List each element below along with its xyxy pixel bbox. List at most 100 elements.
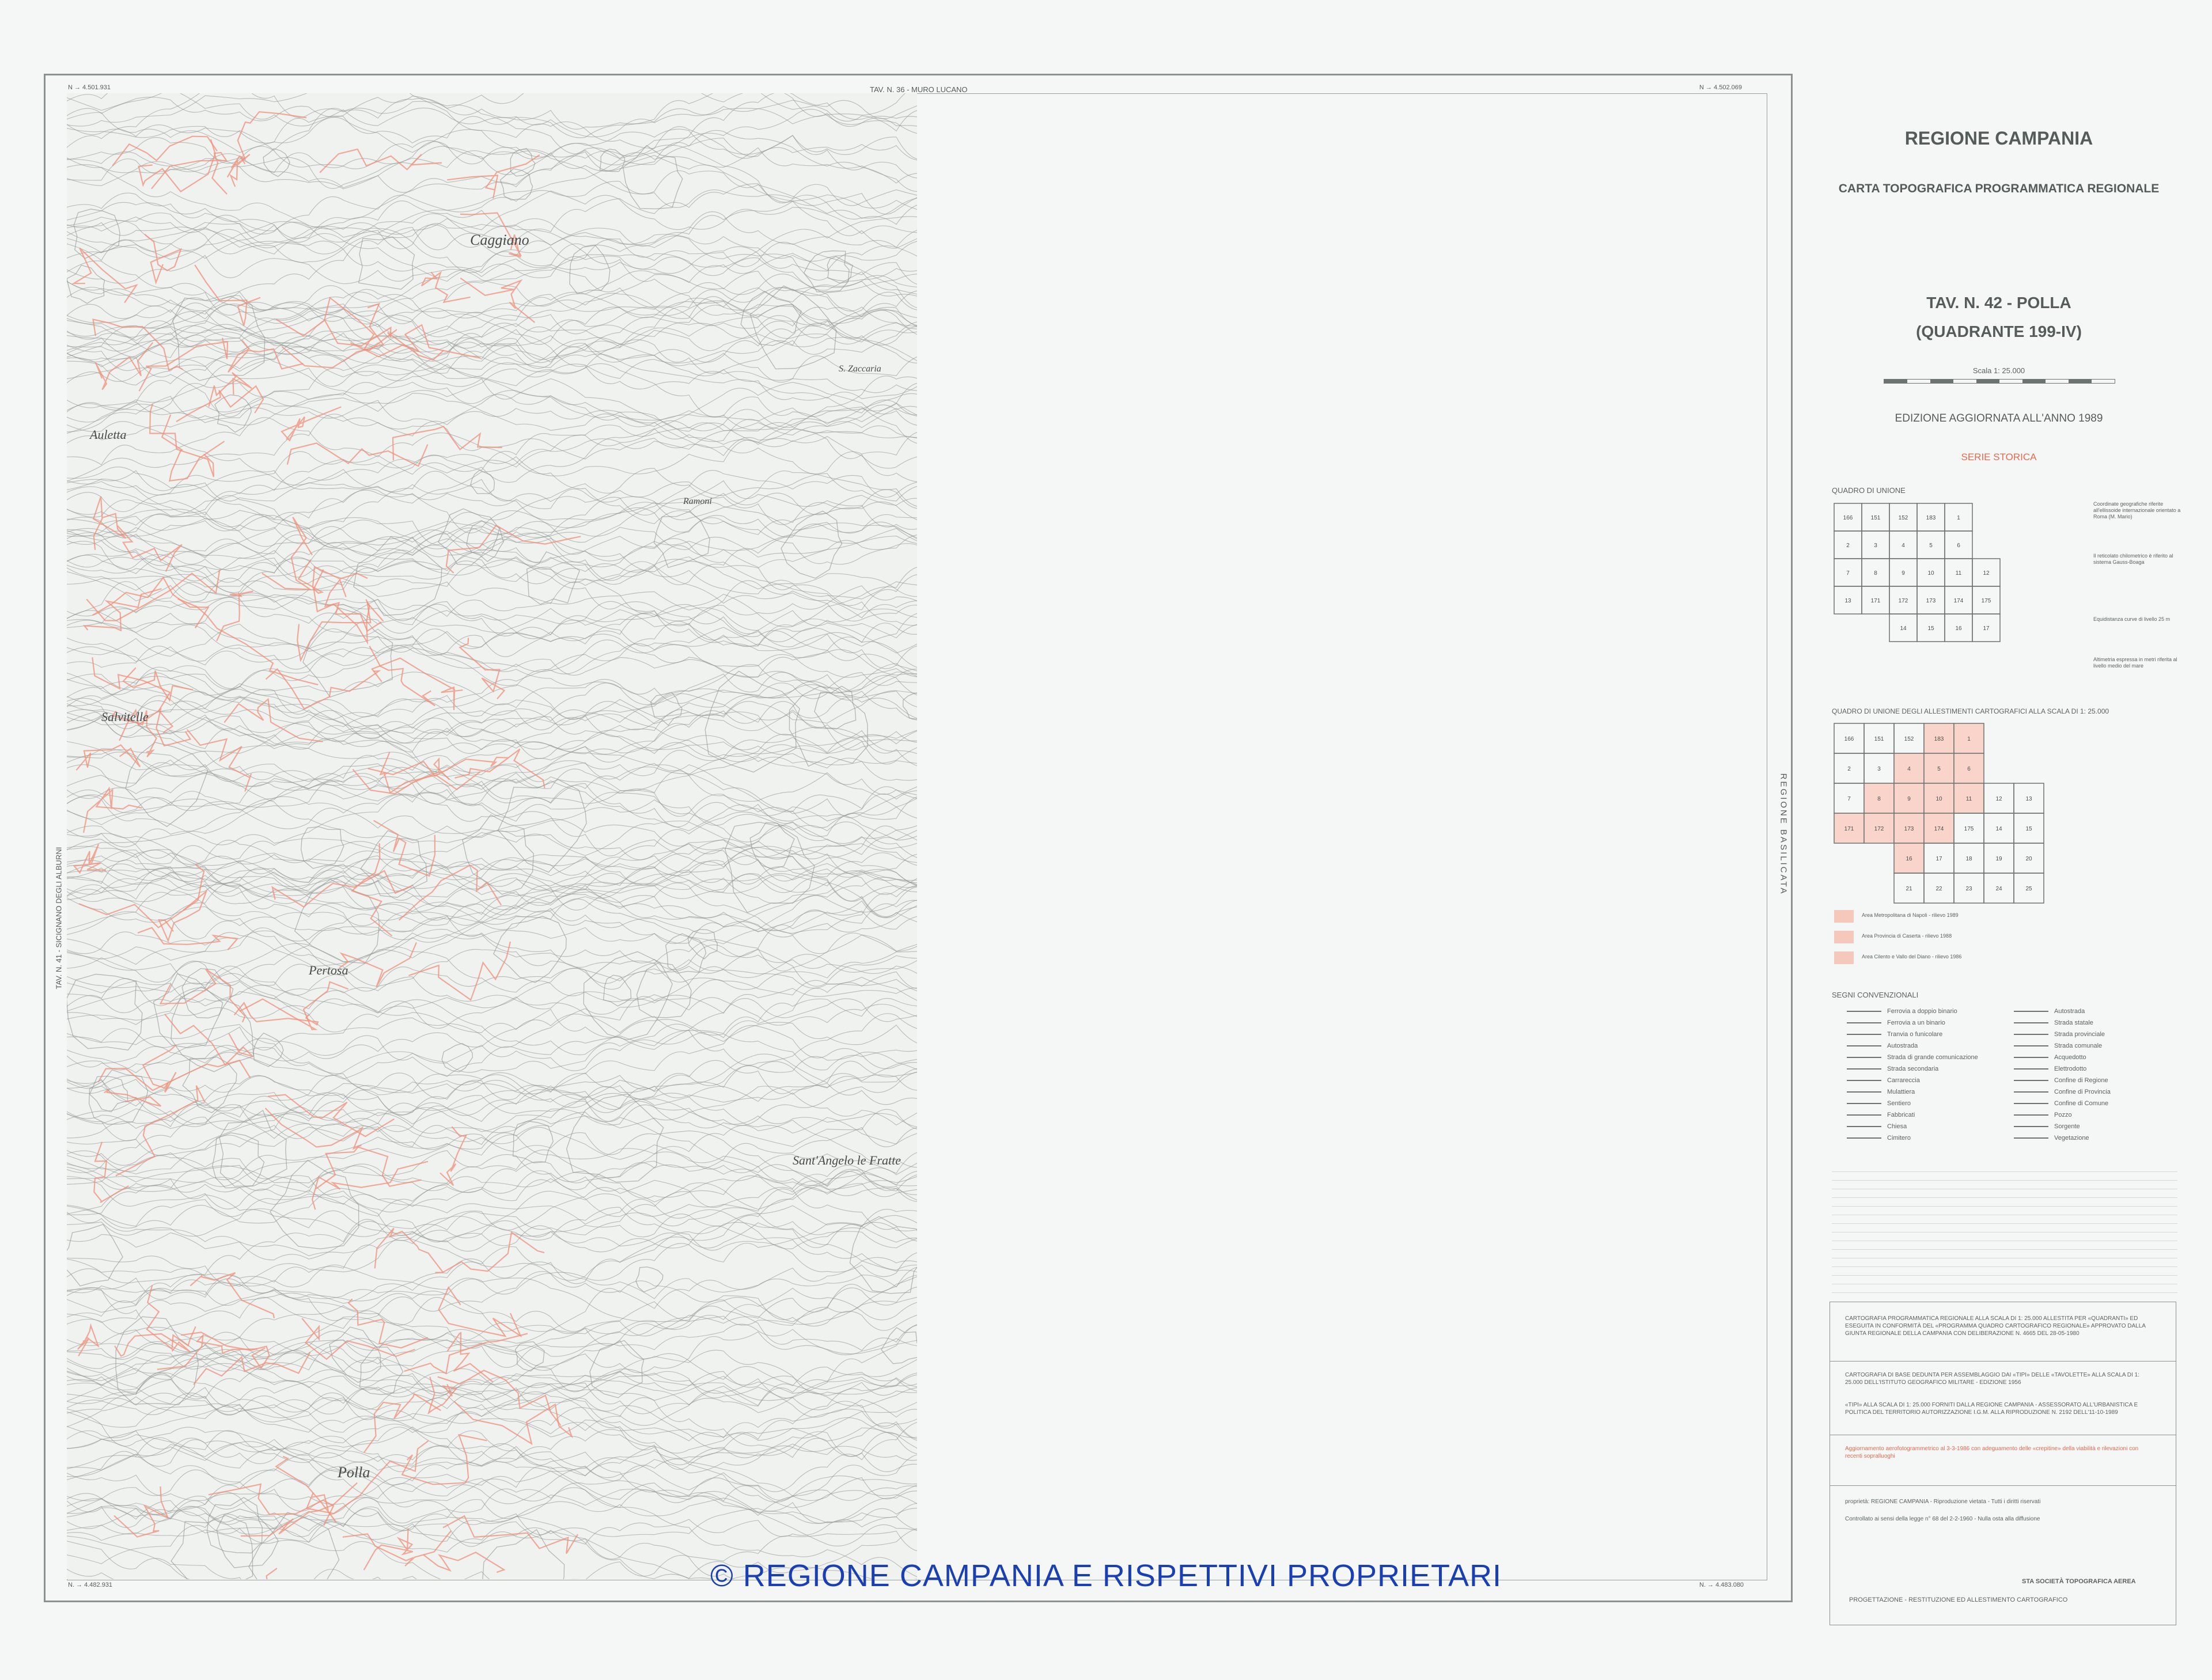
index-cell-number: 1 [1967,736,1971,742]
topographic-map[interactable]: Caggiano Auletta Salvitelle Pertosa Poll… [67,93,917,1579]
convention-item: Confine di Regione [2014,1077,2108,1084]
convention-symbol [2014,1057,2048,1059]
index-cell-number: 172 [1899,598,1908,604]
contour-line [67,1162,917,1261]
hill-contour [329,1326,381,1383]
town-label-pertosa: Pertosa [309,963,349,977]
contour-line [67,1399,917,1485]
index-cell-number: 1 [1957,515,1960,521]
contour-line [67,101,917,210]
town-label-auletta: Auletta [90,427,127,442]
contour-line [67,1023,917,1077]
hill-contour [881,1327,917,1364]
contour-line [67,1287,917,1386]
convention-symbol [2014,1034,2048,1036]
index-cell-number: 183 [1926,515,1936,521]
convention-item: Carrareccia [1847,1077,1920,1084]
convention-symbol [1847,1011,1881,1012]
edition-note: EDIZIONE AGGIORNATA ALL'ANNO 1989 [1895,412,2103,424]
contour-line [67,567,917,666]
serie-label: SERIE STORICA [1961,452,2037,462]
convention-label: Sentiero [1887,1100,1911,1107]
town-label-ramoni: Ramoni [683,496,712,506]
convention-label: Carrareccia [1887,1077,1920,1084]
index-cell-number: 4 [1907,766,1911,772]
convention-item: Strada comunale [2014,1042,2102,1049]
contour-line [67,467,917,521]
contour-line [67,1059,917,1125]
convention-label: Strada comunale [2054,1042,2103,1049]
convention-item: Pozzo [2014,1112,2072,1118]
convention-item: Strada provinciale [2014,1031,2105,1038]
convention-item: Mulattiera [1847,1089,1915,1095]
contour-line [67,211,917,316]
convention-label: Pozzo [2054,1112,2072,1118]
hill-contour [497,779,587,873]
map-key-panel: REGIONE CAMPANIA CARTA TOPOGRAFICA PROGR… [1803,104,2195,1625]
contour-line [67,291,917,426]
road-line [226,154,251,187]
contour-line [67,403,917,469]
index1-note-4: Altimetria espressa in metri riferita al… [2093,657,2177,669]
convention-symbol [1847,1114,1881,1116]
contour-line [67,980,917,1033]
road-line [158,889,208,943]
hill-contour [589,1340,645,1398]
convention-item: Strada secondaria [1847,1065,1938,1072]
convention-item: Autostrada [1847,1042,1918,1049]
index-cell-number: 8 [1877,796,1881,802]
contour-line [67,768,917,829]
scale-label: Scala 1: 25.000 [1972,366,2025,375]
hill-contour [687,929,718,960]
contour-line [67,109,917,189]
index-cell-number: 171 [1844,826,1854,832]
road-line [164,1014,253,1066]
info-block-4: Aggiornamento aerofotogrammetrico al 3-3… [1845,1446,2139,1459]
index2-grid: 166 151 152 183 12 3 4 5 67 8 9 10 11 12 13171 172 173 17… [1834,723,2044,904]
convention-label: Vegetazione [2054,1135,2089,1142]
contour-line [67,290,917,380]
contour-line [67,1323,917,1381]
road-line [296,601,384,662]
index-cell-number: 6 [1967,766,1971,772]
convention-item: Confine di Provincia [2014,1089,2111,1095]
coord-top-left: N → 4.501.931 [68,84,111,91]
hill-contour [441,1042,474,1072]
road-line [193,1352,311,1385]
index-cell-number: 9 [1907,796,1911,802]
index-cell-number: 12 [1983,570,1990,577]
hill-contour [789,686,868,767]
hill-contour [88,1069,149,1125]
road-line [71,247,138,304]
convention-symbol [2014,1114,2048,1116]
road-line [228,340,304,373]
convention-item: Strada di grande comunicazione [1847,1054,1978,1061]
convention-label: Mulattiera [1887,1089,1915,1095]
index-cell-number: 10 [1927,570,1934,577]
convention-label: Tranvia o funicolare [1887,1031,1943,1038]
index-cell-number: 18 [1965,856,1972,862]
convention-item: Ferrovia a doppio binario [1847,1008,1957,1015]
hill-contour [622,145,683,210]
convention-symbol [1847,1137,1881,1139]
info-block-6: Controllato ai sensi della legge n° 68 d… [1845,1516,2040,1522]
hill-contour [300,826,344,869]
production-footer: PROGETTAZIONE - RESTITUZIONE ED ALLESTIM… [1849,1596,2068,1603]
hill-contour [725,821,815,913]
road-line [442,1515,579,1554]
contour-line [67,347,917,434]
convention-label: Confine di Provincia [2054,1089,2111,1095]
conventions-left: Ferrovia a doppio binario Ferrovia a un b… [1832,1008,2005,1158]
contour-line [67,300,917,433]
contour-line [67,1508,917,1553]
town-label-s-zaccaria: S. Zaccaria [839,364,881,374]
index1-note-1: Coordinate geografiche riferite all'elli… [2093,501,2181,519]
index-cell-number: 19 [1995,856,2002,862]
convention-item: Vegetazione [2014,1135,2089,1142]
index-cell-number: 8 [1874,570,1877,577]
road-line [115,1085,206,1177]
hill-contour [294,878,380,964]
contour-line [67,833,917,912]
index-cell-number: 151 [1874,736,1884,742]
convention-label: Strada statale [2054,1019,2093,1026]
